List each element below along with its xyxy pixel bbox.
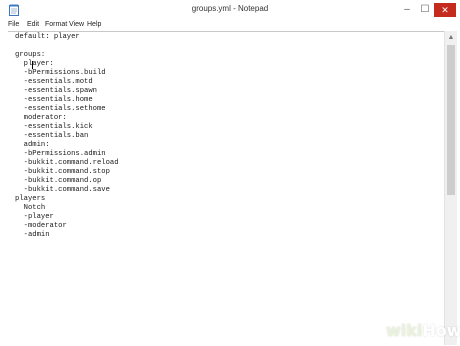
menu-file[interactable]: File [8,21,19,28]
wikihow-watermark: wikiHow [386,320,460,342]
watermark-wiki: wiki [386,321,423,340]
menu-edit[interactable]: Edit [27,21,39,28]
editor-line: -essentials.kick [15,123,93,131]
editor-line: -bukkit.command.save [15,186,110,194]
editor-line: admin: [15,141,50,149]
editor-line: moderator: [15,114,67,122]
editor-line: -essentials.home [15,96,93,104]
editor-line: -player [15,213,54,221]
maximize-button[interactable]: ☐ [416,3,434,17]
editor-line: players [15,195,46,203]
window-title: groups.yml - Notepad [191,4,269,13]
editor-line: -essentials.sethome [15,105,106,113]
editor-line: player: [15,60,54,68]
watermark-how: How [422,321,460,340]
editor-line: -moderator [15,222,67,230]
minimize-button[interactable]: – [398,3,416,17]
editor-line: -bukkit.command.reload [15,159,119,167]
editor-line: -essentials.ban [15,132,89,140]
text-cursor [32,61,33,69]
close-button[interactable]: ✕ [434,3,456,17]
text-editor[interactable]: default: player groups: player: -bPermis… [8,31,444,346]
editor-line: -bPermissions.admin [15,150,106,158]
notepad-window: groups.yml - Notepad – ☐ ✕ File Edit For… [0,0,460,345]
editor-line: groups: [15,51,46,59]
menu-view[interactable]: View [69,21,84,28]
title-bar: groups.yml - Notepad – ☐ ✕ [0,0,460,20]
scroll-up-arrow-icon[interactable]: ▲ [445,33,457,43]
vertical-scrollbar[interactable]: ▲ [444,31,457,345]
editor-line: default: player [15,33,80,41]
scrollbar-thumb[interactable] [447,45,455,195]
editor-line: -bukkit.command.op [15,177,102,185]
editor-line: -bPermissions.build [15,69,106,77]
editor-line: -essentials.motd [15,78,93,86]
menu-bar: File Edit Format View Help [0,20,460,31]
editor-line: -essentials.spawn [15,87,97,95]
editor-line: -bukkit.command.stop [15,168,110,176]
editor-line: Notch [15,204,46,212]
menu-help[interactable]: Help [87,21,101,28]
editor-line: -admin [15,231,50,239]
menu-format[interactable]: Format [45,21,67,28]
